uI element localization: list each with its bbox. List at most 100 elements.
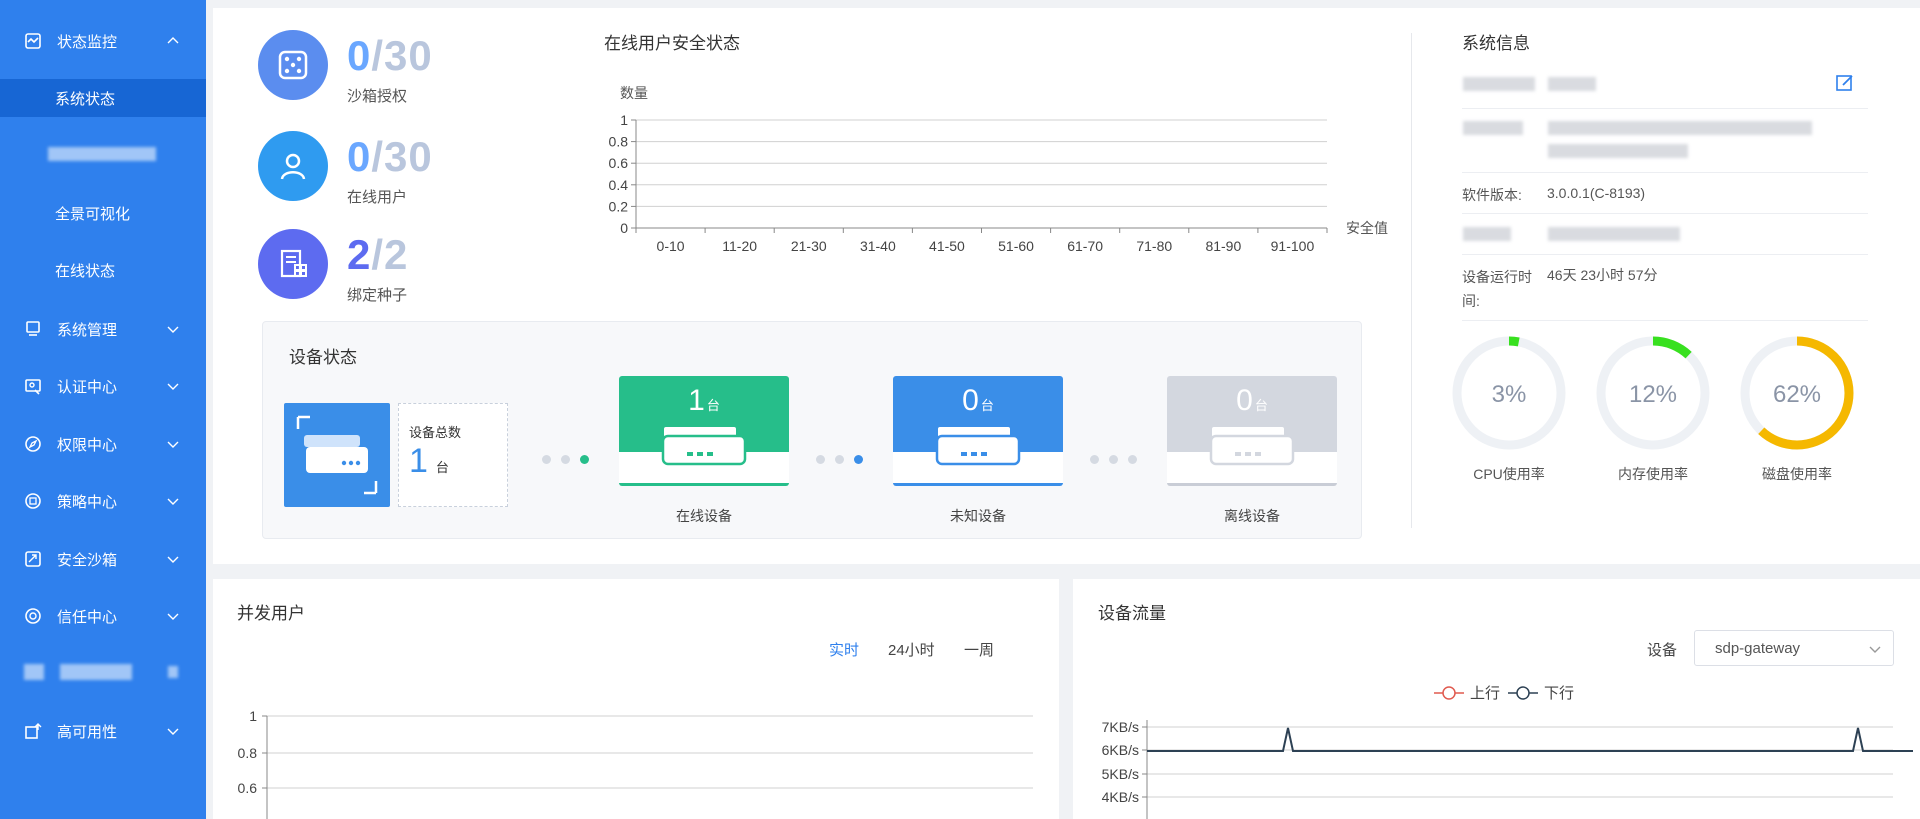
router-icon — [661, 425, 747, 466]
gauge-value: 3% — [1492, 381, 1527, 408]
stat-total: 2 — [384, 231, 409, 278]
tile-count-unit: 台 — [1254, 398, 1268, 413]
sidebar-item-label: 权限中心 — [57, 436, 118, 454]
router-icon — [935, 425, 1021, 466]
sidebar-item-label: 系统管理 — [57, 321, 118, 339]
redacted-menu-icon — [24, 664, 44, 680]
gauge-value: 12% — [1629, 381, 1677, 408]
y-tick-label: 0.8 — [609, 134, 629, 150]
info-row-redacted — [1462, 109, 1868, 173]
resource-gauges: 3% 12% 62% — [1452, 336, 1854, 450]
tile-count-number: 1 — [688, 384, 705, 417]
stat-separator: / — [371, 231, 385, 278]
sidebar-item-system-management[interactable]: 系统管理 — [0, 309, 206, 349]
x-tick-label: 81-90 — [1205, 238, 1241, 254]
device-total-number: 1 — [409, 442, 428, 480]
legend-label: 下行 — [1544, 685, 1574, 702]
sidebar-item-security-sandbox[interactable]: 安全沙箱 — [0, 539, 206, 579]
offline-device-caption: 离线设备 — [1224, 508, 1280, 524]
security-chart: 数量 0 0.2 0.4 0.6 0.8 1 0-10 11-20 21-30 31-40 41-… — [609, 85, 1388, 254]
stat-value: 2/2 — [347, 231, 408, 279]
tab-one-week[interactable]: 一周 — [964, 639, 994, 660]
y-axis-label: 数量 — [620, 85, 648, 101]
info-row-uptime: 设备运行时间: 46天 23小时 57分 — [1462, 255, 1868, 321]
tile-count: 0台 — [1167, 384, 1337, 418]
tile-count-number: 0 — [1236, 384, 1253, 417]
connector-dots — [816, 455, 863, 464]
info-row-redacted — [1462, 68, 1868, 109]
chevron-down-icon — [167, 613, 179, 620]
tile-count: 0台 — [893, 384, 1063, 418]
unknown-device-tile[interactable]: 0台 — [893, 376, 1063, 486]
security-chart-title: 在线用户安全状态 — [604, 34, 740, 53]
x-tick-label: 0-10 — [657, 238, 685, 254]
tile-count-unit: 台 — [706, 398, 720, 413]
computer-icon — [24, 320, 42, 338]
device-select-value: sdp-gateway — [1715, 639, 1801, 657]
stat-total: 30 — [384, 32, 433, 79]
y-tick-label: 5KB/s — [1102, 766, 1139, 782]
y-tick-label: 0.8 — [238, 745, 258, 761]
y-tick-label: 1 — [620, 112, 628, 128]
sidebar-sub-item-panorama[interactable]: 全景可视化 — [0, 194, 206, 232]
device-total-icon — [284, 403, 390, 507]
monitor-icon — [24, 32, 42, 50]
trust-icon — [24, 607, 42, 625]
system-info-title: 系统信息 — [1462, 34, 1530, 53]
sidebar-item-high-availability[interactable]: 高可用性 — [0, 711, 206, 751]
stat-current: 0 — [347, 133, 372, 180]
tab-24-hours[interactable]: 24小时 — [888, 639, 935, 660]
memory-gauge-label: 内存使用率 — [1618, 466, 1688, 482]
sidebar-item-trust-center[interactable]: 信任中心 — [0, 596, 206, 636]
online-device-caption: 在线设备 — [676, 508, 732, 524]
device-traffic-title: 设备流量 — [1098, 604, 1166, 623]
stat-label: 在线用户 — [347, 189, 408, 206]
user-icon — [258, 131, 328, 201]
device-status-title: 设备状态 — [289, 348, 357, 367]
device-select-label: 设备 — [1647, 642, 1678, 659]
sidebar-sub-item-system-status[interactable]: 系统状态 — [0, 79, 206, 117]
device-select[interactable]: sdp-gateway — [1694, 630, 1894, 666]
sandbox-icon — [24, 550, 42, 568]
redacted-menu-item — [48, 147, 156, 161]
x-tick-label: 91-100 — [1271, 238, 1315, 254]
device-total-label: 设备总数 — [409, 425, 462, 440]
device-total-box: 设备总数 1台 — [398, 403, 508, 507]
online-device-tile[interactable]: 1台 — [619, 376, 789, 486]
redacted-menu-chevron — [168, 666, 178, 678]
legend-marker — [1516, 686, 1530, 700]
tile-count-unit: 台 — [980, 398, 994, 413]
concurrent-users-chart: 1 0.8 0.6 — [238, 708, 1033, 819]
legend-marker — [1442, 686, 1456, 700]
x-axis-label: 安全值 — [1346, 220, 1388, 236]
stat-value: 0/30 — [347, 32, 433, 80]
chevron-down-icon — [167, 383, 179, 390]
info-row-redacted — [1462, 214, 1868, 255]
device-total-unit: 台 — [435, 460, 449, 475]
y-tick-label: 6KB/s — [1102, 742, 1139, 758]
sidebar-item-auth-center[interactable]: 认证中心 — [0, 366, 206, 406]
y-tick-label: 0 — [620, 220, 628, 236]
info-key: 设备运行时间: — [1462, 269, 1532, 309]
device-traffic-chart: 上行 下行 7KB/s 6KB/s 5KB/s 4KB/s — [1102, 685, 1913, 819]
y-tick-label: 0.6 — [609, 155, 629, 171]
stat-online-users: 0/30 在线用户 — [258, 131, 458, 211]
stat-total: 30 — [384, 133, 433, 180]
x-tick-label: 21-30 — [791, 238, 827, 254]
chevron-up-icon — [167, 37, 179, 44]
divider — [1411, 33, 1412, 528]
sub-item-label: 系统状态 — [55, 90, 116, 108]
sidebar-item-status-monitor[interactable]: 状态监控 — [0, 21, 206, 61]
chevron-down-icon — [1869, 646, 1881, 653]
sidebar-item-permission-center[interactable]: 权限中心 — [0, 424, 206, 464]
sidebar-item-policy-center[interactable]: 策略中心 — [0, 481, 206, 521]
sidebar-sub-item-online-status[interactable]: 在线状态 — [0, 251, 206, 289]
stat-current: 0 — [347, 32, 372, 79]
x-tick-label: 11-20 — [722, 238, 757, 254]
sidebar-item-label: 状态监控 — [57, 33, 118, 51]
tab-realtime[interactable]: 实时 — [829, 639, 859, 660]
info-value: 46天 23小时 57分 — [1547, 267, 1658, 283]
sidebar-item-label: 认证中心 — [57, 378, 118, 396]
offline-device-tile[interactable]: 0台 — [1167, 376, 1337, 486]
router-icon — [1209, 425, 1295, 466]
